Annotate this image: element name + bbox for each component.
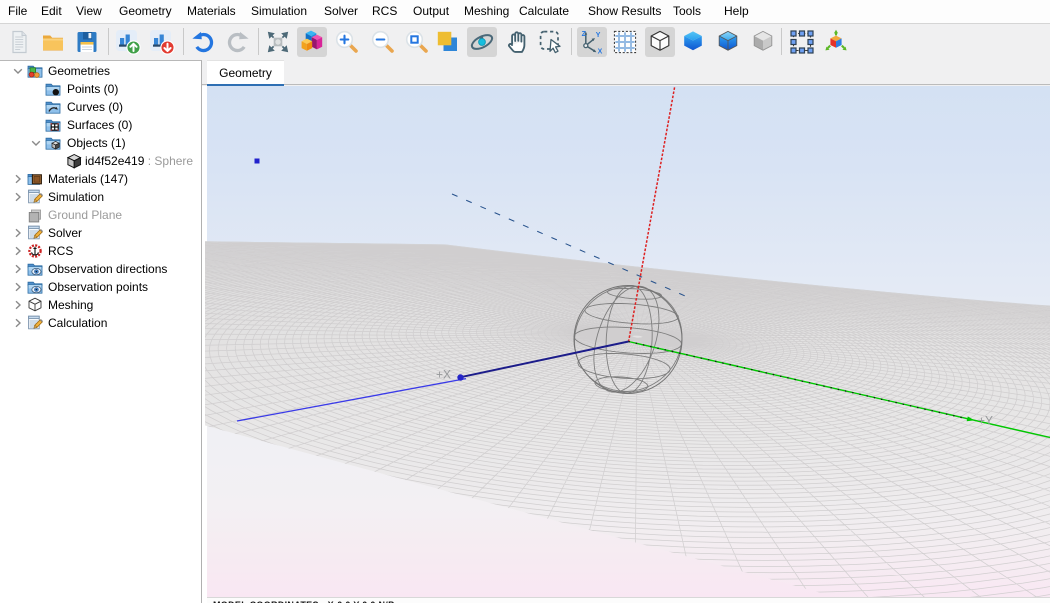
- svg-text:Z: Z: [582, 31, 587, 38]
- svg-text:+X: +X: [436, 368, 451, 382]
- svg-text:+Y: +Y: [978, 414, 993, 428]
- svg-text:X: X: [598, 48, 603, 55]
- svg-text:Y: Y: [596, 32, 601, 39]
